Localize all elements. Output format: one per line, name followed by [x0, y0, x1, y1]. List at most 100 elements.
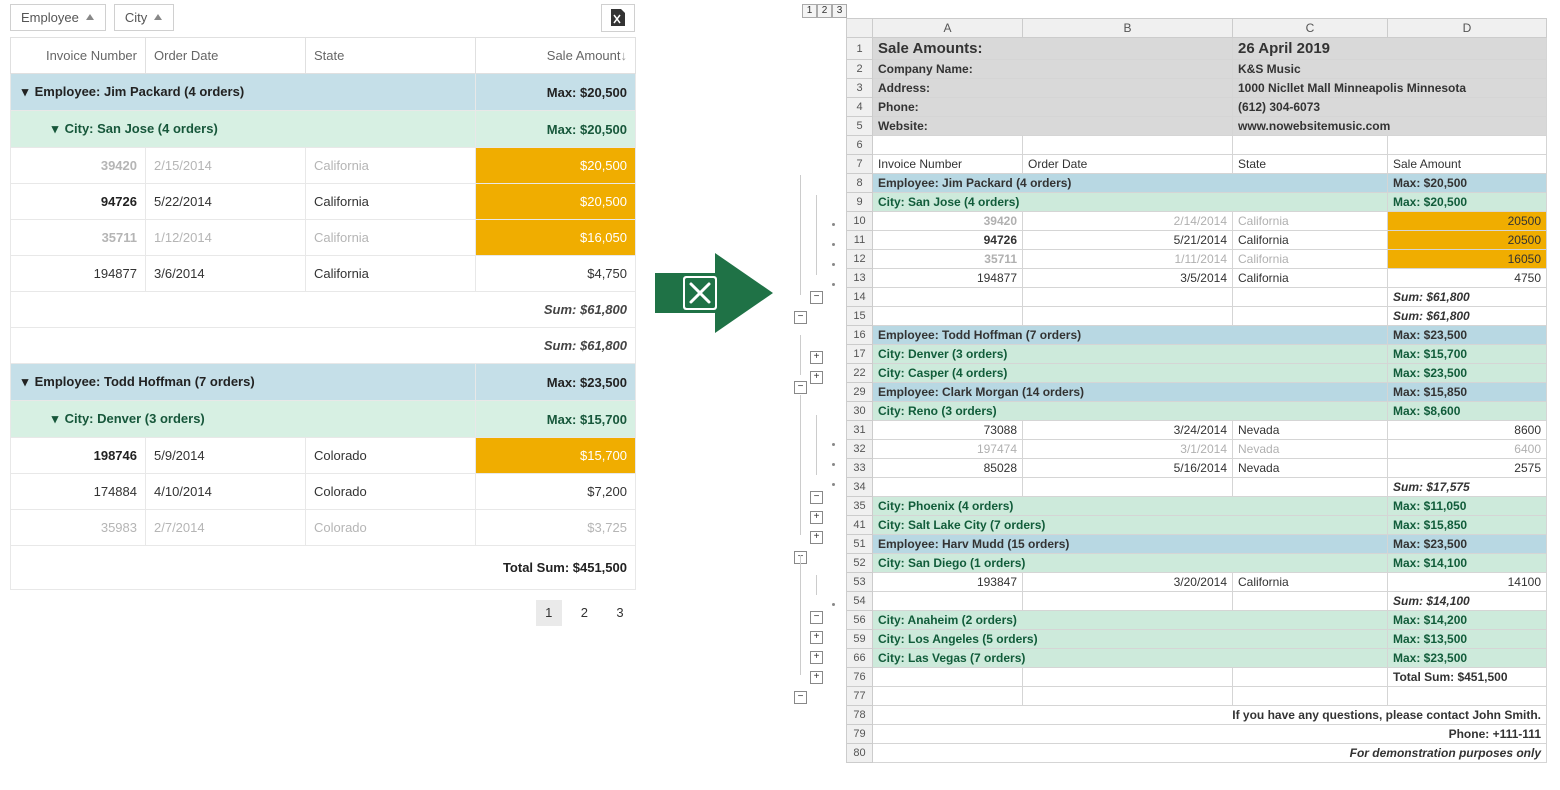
sheet-city-row[interactable]: 35City: Phoenix (4 orders)Max: $11,050	[847, 497, 1547, 516]
row-head[interactable]: 6	[847, 136, 873, 155]
outline-expand[interactable]: +	[810, 511, 823, 524]
col-b[interactable]: B	[1023, 19, 1233, 38]
cell[interactable]: Sum: $61,800	[1388, 288, 1547, 307]
cell[interactable]	[873, 288, 1023, 307]
sheet-emp-row[interactable]: 29Employee: Clark Morgan (14 orders)Max:…	[847, 383, 1547, 402]
row-head[interactable]: 78	[847, 706, 873, 725]
row-head[interactable]: 79	[847, 725, 873, 744]
row-head[interactable]: 51	[847, 535, 873, 554]
cell[interactable]: 3/5/2014	[1023, 269, 1233, 288]
cell[interactable]: Employee: Todd Hoffman (7 orders)	[873, 326, 1388, 345]
cell[interactable]: Max: $23,500	[1388, 535, 1547, 554]
cell[interactable]: Max: $23,500	[1388, 326, 1547, 345]
cell[interactable]: 26 April 2019	[1233, 38, 1547, 60]
row-head[interactable]: 12	[847, 250, 873, 269]
outline-expand[interactable]: +	[810, 371, 823, 384]
outline-collapse[interactable]: −	[810, 611, 823, 624]
row-head[interactable]: 80	[847, 744, 873, 763]
cell[interactable]: 3/1/2014	[1023, 440, 1233, 459]
cell[interactable]	[1233, 687, 1388, 706]
cell[interactable]: 85028	[873, 459, 1023, 478]
row-head[interactable]: 9	[847, 193, 873, 212]
sheet-header-row[interactable]: 5Website:www.nowebsitemusic.com	[847, 117, 1547, 136]
outline-expand[interactable]: +	[810, 671, 823, 684]
data-row[interactable]: 394202/15/2014California$20,500	[11, 148, 636, 184]
cell[interactable]: Order Date	[1023, 155, 1233, 174]
cell[interactable]: Max: $11,050	[1388, 497, 1547, 516]
sheet-data-row[interactable]: 12357111/11/2014California16050	[847, 250, 1547, 269]
row-head[interactable]: 1	[847, 38, 873, 60]
sheet-data-row[interactable]: 33850285/16/2014Nevada2575	[847, 459, 1547, 478]
cell[interactable]: Max: $23,500	[1388, 649, 1547, 668]
data-row[interactable]: 1987465/9/2014Colorado$15,700	[11, 438, 636, 474]
sheet-city-row[interactable]: 66City: Las Vegas (7 orders)Max: $23,500	[847, 649, 1547, 668]
sheet-sum-row[interactable]: 34Sum: $17,575	[847, 478, 1547, 497]
cell[interactable]: City: San Diego (1 orders)	[873, 554, 1388, 573]
cell[interactable]	[873, 687, 1023, 706]
row-head[interactable]: 33	[847, 459, 873, 478]
row-head[interactable]: 17	[847, 345, 873, 364]
row-head[interactable]: 11	[847, 231, 873, 250]
cell[interactable]	[1023, 592, 1233, 611]
row-head[interactable]: 15	[847, 307, 873, 326]
data-row[interactable]: 359832/7/2014Colorado$3,725	[11, 510, 636, 546]
row-head[interactable]: 76	[847, 668, 873, 687]
cell[interactable]: 3/20/2014	[1023, 573, 1233, 592]
cell[interactable]	[873, 478, 1023, 497]
row-head[interactable]: 29	[847, 383, 873, 402]
cell[interactable]: Max: $15,850	[1388, 383, 1547, 402]
cell[interactable]	[1233, 288, 1388, 307]
cell[interactable]	[1233, 668, 1388, 687]
cell[interactable]: 4750	[1388, 269, 1547, 288]
cell[interactable]	[1233, 592, 1388, 611]
row-head[interactable]: 16	[847, 326, 873, 345]
row-head[interactable]: 7	[847, 155, 873, 174]
data-row[interactable]: 947265/22/2014California$20,500	[11, 184, 636, 220]
row-head[interactable]: 30	[847, 402, 873, 421]
cell[interactable]: 1000 Nicllet Mall Minneapolis Minnesota	[1233, 79, 1547, 98]
data-row[interactable]: 357111/12/2014California$16,050	[11, 220, 636, 256]
outline-collapse[interactable]: −	[794, 311, 807, 324]
cell[interactable]: Max: $14,200	[1388, 611, 1547, 630]
cell[interactable]: Total Sum: $451,500	[1388, 668, 1547, 687]
cell[interactable]	[1023, 668, 1233, 687]
row-head[interactable]: 3	[847, 79, 873, 98]
col-a[interactable]: A	[873, 19, 1023, 38]
sheet-data-row[interactable]: 11947265/21/2014California20500	[847, 231, 1547, 250]
cell[interactable]: City: Salt Lake City (7 orders)	[873, 516, 1388, 535]
cell[interactable]	[1233, 307, 1388, 326]
cell[interactable]	[873, 668, 1023, 687]
cell[interactable]: Employee: Jim Packard (4 orders)	[873, 174, 1388, 193]
cell[interactable]: 39420	[873, 212, 1023, 231]
cell[interactable]: State	[1233, 155, 1388, 174]
cell[interactable]: (612) 304-6073	[1233, 98, 1547, 117]
cell[interactable]: City: Casper (4 orders)	[873, 364, 1388, 383]
sheet-emp-row[interactable]: 16Employee: Todd Hoffman (7 orders)Max: …	[847, 326, 1547, 345]
sheet-data-row[interactable]: 10394202/14/2014California20500	[847, 212, 1547, 231]
row-head[interactable]: 54	[847, 592, 873, 611]
cell[interactable]: 193847	[873, 573, 1023, 592]
cell[interactable]: Phone:	[873, 98, 1233, 117]
cell[interactable]: 8600	[1388, 421, 1547, 440]
cell[interactable]: Employee: Harv Mudd (15 orders)	[873, 535, 1388, 554]
cell[interactable]: 94726	[873, 231, 1023, 250]
col-d[interactable]: D	[1388, 19, 1547, 38]
cell[interactable]: City: Anaheim (2 orders)	[873, 611, 1388, 630]
group-row-city[interactable]: ▾ City: Denver (3 orders)Max: $15,700	[11, 401, 636, 438]
cell[interactable]: Nevada	[1233, 421, 1388, 440]
cell[interactable]: Address:	[873, 79, 1233, 98]
sheet-city-row[interactable]: 17City: Denver (3 orders)Max: $15,700	[847, 345, 1547, 364]
sheet-title-row[interactable]: 1Sale Amounts:26 April 2019	[847, 38, 1547, 60]
sheet-footer-row[interactable]: 79Phone: +111-111	[847, 725, 1547, 744]
cell[interactable]	[1233, 136, 1388, 155]
cell[interactable]	[1388, 136, 1547, 155]
row-head[interactable]: 56	[847, 611, 873, 630]
cell[interactable]: K&S Music	[1233, 60, 1547, 79]
sheet-data-row[interactable]: 531938473/20/2014California14100	[847, 573, 1547, 592]
cell[interactable]: 194877	[873, 269, 1023, 288]
cell[interactable]: California	[1233, 573, 1388, 592]
cell[interactable]: 5/16/2014	[1023, 459, 1233, 478]
col-c[interactable]: C	[1233, 19, 1388, 38]
sheet-footer-row[interactable]: 80For demonstration purposes only	[847, 744, 1547, 763]
sheet-data-row[interactable]: 31730883/24/2014Nevada8600	[847, 421, 1547, 440]
